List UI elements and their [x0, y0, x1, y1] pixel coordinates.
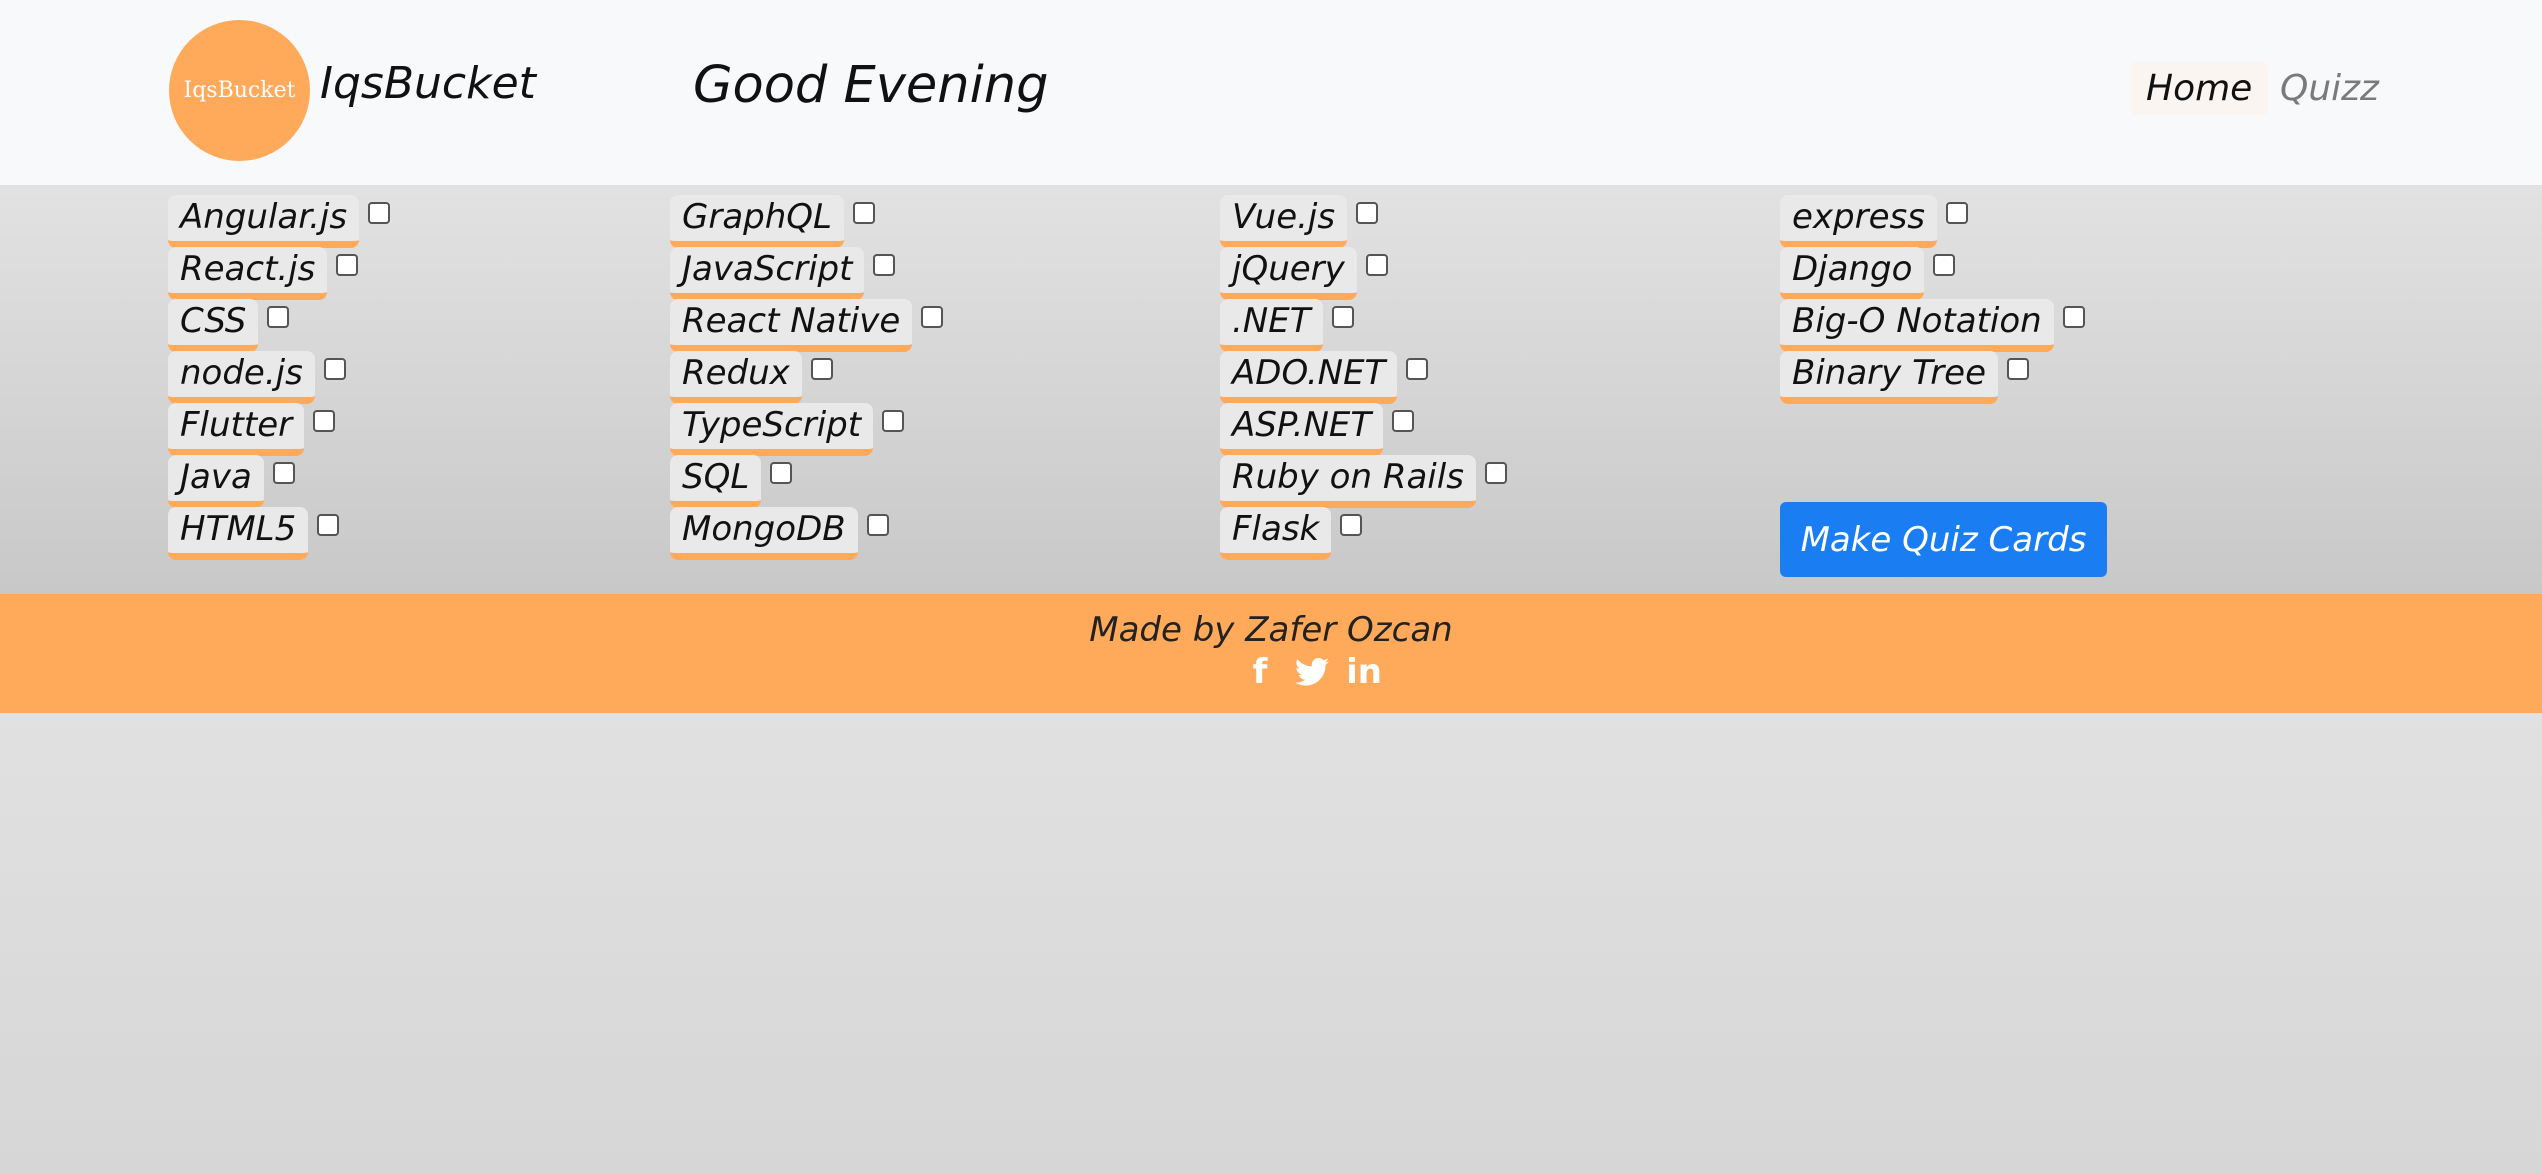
topic-row: Angular.js — [168, 195, 391, 248]
topic-checkbox[interactable] — [921, 306, 944, 328]
topic-row: React Native — [670, 299, 944, 352]
twitter-bird-shape — [1295, 657, 1329, 686]
topic-row: Big-O Notation — [1780, 299, 2085, 352]
topic-row: GraphQL — [670, 195, 943, 248]
topic-row: node.js — [168, 351, 390, 404]
topic-label[interactable]: Java — [168, 455, 264, 508]
topic-row: Redux — [670, 351, 943, 404]
logo[interactable]: IqsBucket — [169, 20, 310, 161]
facebook-icon[interactable]: f — [1242, 652, 1278, 692]
topic-checkbox[interactable] — [1331, 306, 1354, 328]
topic-label[interactable]: Redux — [670, 351, 802, 404]
topic-label[interactable]: TypeScript — [670, 403, 874, 456]
topic-row: Ruby on Rails — [1220, 455, 1507, 508]
topic-label[interactable]: Vue.js — [1220, 195, 1348, 248]
topic-checkbox[interactable] — [1340, 514, 1363, 536]
logo-text: IqsBucket — [183, 78, 296, 103]
topic-checkbox[interactable] — [313, 410, 336, 432]
twitter-icon[interactable] — [1294, 654, 1330, 690]
social-links: f in — [1242, 652, 1382, 692]
greeting: Good Evening — [693, 56, 1049, 115]
topic-row: Vue.js — [1220, 195, 1507, 248]
topic-label[interactable]: ASP.NET — [1220, 403, 1384, 456]
topic-column-1: Angular.js React.js CSS node.js Flutter Java H… — [168, 195, 391, 560]
topic-checkbox[interactable] — [1406, 358, 1429, 380]
topic-label[interactable]: Angular.js — [168, 195, 360, 248]
nav-quizz-link[interactable]: Quizz — [2264, 62, 2395, 115]
topic-row: Binary Tree — [1780, 351, 2085, 404]
topic-label[interactable]: React Native — [670, 299, 913, 352]
make-quiz-cards-button[interactable]: Make Quiz Cards — [1780, 502, 2107, 577]
topic-row: TypeScript — [670, 403, 943, 456]
topic-checkbox[interactable] — [1356, 202, 1379, 224]
topic-label[interactable]: Binary Tree — [1780, 351, 1999, 404]
topic-checkbox[interactable] — [770, 462, 793, 484]
nav-home-link[interactable]: Home — [2130, 62, 2269, 115]
brand-name[interactable]: IqsBucket — [320, 58, 536, 109]
topic-row: Java — [168, 455, 390, 508]
topic-row: Flask — [1220, 507, 1507, 560]
topic-checkbox[interactable] — [2007, 358, 2030, 380]
footer-credit: Made by Zafer Ozcan — [1089, 610, 1453, 650]
topic-label[interactable]: Big-O Notation — [1780, 299, 2054, 352]
linkedin-icon[interactable]: in — [1346, 652, 1382, 692]
topic-column-4: express Django Big-O Notation Binary Tree — [1780, 195, 2085, 404]
topic-checkbox[interactable] — [272, 462, 295, 484]
topic-checkbox[interactable] — [267, 306, 290, 328]
topic-checkbox[interactable] — [1365, 254, 1388, 276]
topic-checkbox[interactable] — [323, 358, 346, 380]
topic-row: SQL — [670, 455, 943, 508]
topic-checkbox[interactable] — [1484, 462, 1507, 484]
topic-label[interactable]: CSS — [168, 299, 259, 352]
topic-label[interactable]: .NET — [1220, 299, 1323, 352]
topic-row: Django — [1780, 247, 2085, 300]
topic-label[interactable]: GraphQL — [670, 195, 844, 248]
topic-checkbox[interactable] — [882, 410, 905, 432]
topic-checkbox[interactable] — [336, 254, 359, 276]
topic-label[interactable]: Flask — [1220, 507, 1332, 560]
footer: Made by Zafer Ozcan f in — [0, 594, 2542, 713]
topic-checkbox[interactable] — [317, 514, 340, 536]
topic-row: express — [1780, 195, 2085, 248]
topic-row: CSS — [168, 299, 390, 352]
topic-row: MongoDB — [670, 507, 943, 560]
topic-row: ADO.NET — [1220, 351, 1507, 404]
topic-row: ASP.NET — [1220, 403, 1507, 456]
topic-checkbox[interactable] — [2062, 306, 2085, 328]
topic-selection: Angular.js React.js CSS node.js Flutter Java H… — [0, 185, 2542, 594]
topic-checkbox[interactable] — [810, 358, 833, 380]
topic-label[interactable]: Ruby on Rails — [1220, 455, 1476, 508]
topic-label[interactable]: jQuery — [1220, 247, 1357, 300]
topic-label[interactable]: Django — [1780, 247, 1925, 300]
topic-row: JavaScript — [670, 247, 943, 300]
topic-checkbox[interactable] — [1933, 254, 1956, 276]
topic-label[interactable]: HTML5 — [168, 507, 309, 560]
topic-label[interactable]: MongoDB — [670, 507, 858, 560]
topic-row: jQuery — [1220, 247, 1507, 300]
topic-checkbox[interactable] — [866, 514, 889, 536]
site-header: IqsBucket IqsBucket Good Evening Home Qu… — [0, 0, 2542, 185]
topic-row: Flutter — [168, 403, 390, 456]
topic-row: .NET — [1220, 299, 1507, 352]
topic-column-2: GraphQL JavaScript React Native Redux TypeSc… — [670, 195, 944, 560]
topic-checkbox[interactable] — [1945, 202, 1968, 224]
topic-checkbox[interactable] — [853, 202, 875, 224]
topic-label[interactable]: ADO.NET — [1220, 351, 1398, 404]
topic-checkbox[interactable] — [368, 202, 391, 224]
topic-label[interactable]: JavaScript — [670, 247, 865, 300]
topic-checkbox[interactable] — [1392, 410, 1415, 432]
topic-label[interactable]: React.js — [168, 247, 328, 300]
topic-row: HTML5 — [168, 507, 390, 560]
topic-label[interactable]: SQL — [670, 455, 762, 508]
topic-label[interactable]: Flutter — [168, 403, 305, 456]
topic-checkbox[interactable] — [873, 254, 896, 276]
topic-label[interactable]: node.js — [168, 351, 315, 404]
topic-column-3: Vue.js jQuery .NET ADO.NET ASP.NET Ruby on Ra… — [1220, 195, 1507, 560]
topic-label[interactable]: express — [1780, 195, 1937, 248]
topic-row: React.js — [168, 247, 390, 300]
